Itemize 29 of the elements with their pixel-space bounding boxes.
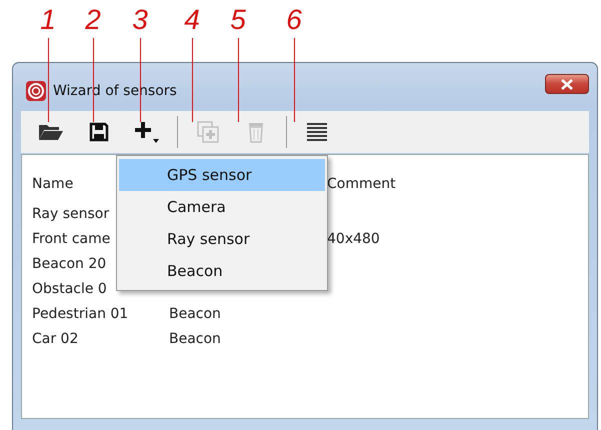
table-cell-text: Obstacle 0: [31, 280, 108, 296]
menu-item[interactable]: GPS sensor: [119, 159, 325, 191]
table-cell-text: Pedestrian 01: [31, 306, 130, 322]
column-header: Name: [31, 176, 74, 192]
plus-dropdown-icon: [134, 120, 160, 144]
app-icon: [25, 80, 47, 102]
duplicate-icon: [197, 121, 219, 143]
column-header: Comment: [327, 176, 396, 192]
table-cell-text: Front came: [31, 230, 112, 246]
callout-number: 1: [39, 4, 57, 36]
callout-number: 4: [183, 4, 201, 36]
menu-item[interactable]: Beacon: [119, 255, 325, 287]
close-icon: [560, 78, 574, 90]
menu-item[interactable]: Ray sensor: [119, 223, 325, 255]
menu-item[interactable]: Camera: [119, 191, 325, 223]
table-cell-text: Ray sensor: [31, 206, 110, 222]
table-cell: 40x480: [327, 230, 380, 246]
callout-number: 2: [84, 4, 102, 36]
trash-icon: [248, 121, 264, 143]
table-cell-text: Car 02: [31, 330, 80, 346]
table-cell-text: Beacon: [169, 330, 222, 346]
callout-number: 3: [131, 4, 149, 36]
folder-icon: [38, 122, 64, 142]
list-icon: [306, 122, 328, 142]
callout-number: 5: [229, 4, 247, 36]
close-button[interactable]: [545, 74, 589, 94]
callout-number: 6: [285, 4, 303, 36]
table-cell-text: Beacon: [169, 306, 222, 322]
table-cell-text: Beacon 20: [31, 256, 108, 272]
